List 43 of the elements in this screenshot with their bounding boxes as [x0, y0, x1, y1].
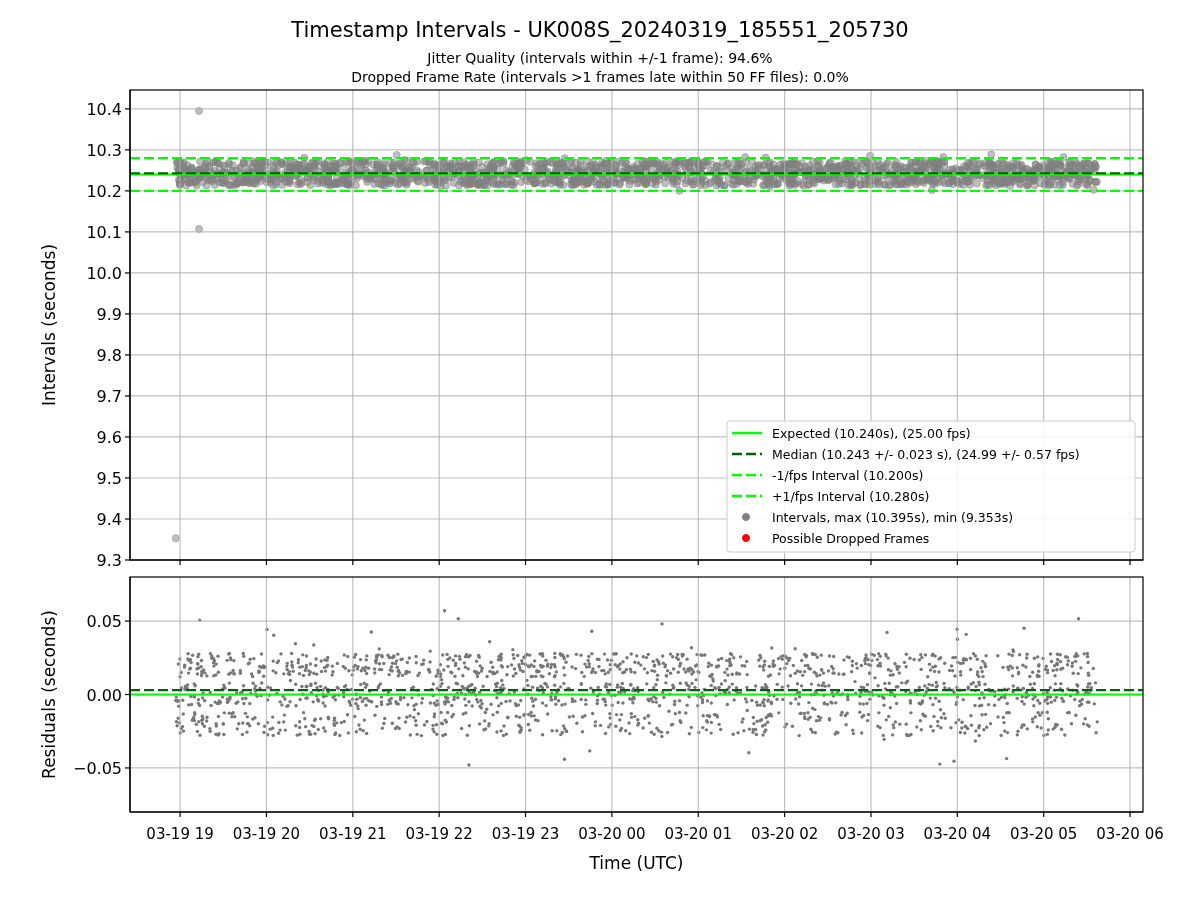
axis-title: Intervals (seconds)	[39, 243, 59, 407]
tick-label: 03-19 23	[491, 825, 560, 843]
legend-line-icon	[732, 431, 762, 435]
chart-subtitle: Jitter Quality (intervals within +/-1 frame): 94.6%	[427, 50, 773, 66]
tick-label: 03-19 20	[232, 825, 301, 843]
legend-label: -1/fps Interval (10.200s)	[772, 467, 924, 483]
tick-label: −0.05	[72, 758, 122, 778]
legend-label: Intervals, max (10.395s), min (9.353s)	[772, 509, 1014, 525]
tick-label: 03-19 22	[405, 825, 473, 843]
tick-label: 03-20 03	[837, 825, 905, 843]
tick-label: 10.0	[86, 263, 122, 283]
tick-label: 0.05	[86, 612, 122, 632]
tick-label: 03-20 05	[1009, 825, 1078, 843]
legend-label: Expected (10.240s), (25.00 fps)	[772, 425, 971, 441]
tick-label: 9.3	[96, 551, 122, 570]
tick-label: 03-20 02	[750, 825, 819, 843]
tick-label: 03-19 19	[146, 825, 214, 843]
axis-title: Residuals (seconds)	[39, 610, 59, 779]
tick-label: 03-20 06	[1096, 825, 1164, 843]
tick-label: 9.6	[96, 427, 122, 447]
tick-label: 03-20 04	[923, 825, 992, 843]
tick-label: 9.9	[96, 304, 122, 324]
tick-label: 10.2	[86, 181, 122, 201]
tick-label: 10.4	[86, 99, 122, 119]
tick-label: 9.4	[96, 510, 122, 529]
legend-label: Median (10.243 +/- 0.023 s), (24.99 +/- 0.57 fps)	[772, 446, 1080, 462]
chart-title: Timestamp Intervals - UK008S_20240319_185551_205730	[291, 18, 909, 42]
legend-line-icon	[732, 494, 762, 498]
tick-label: 9.5	[96, 469, 122, 488]
tick-label: 03-20 00	[578, 825, 646, 843]
chart-subtitle: Dropped Frame Rate (intervals >1 frames late within 50 FF files): 0.0%	[351, 69, 849, 85]
tick-label: 0.00	[86, 685, 122, 705]
tick-label: 10.1	[86, 222, 122, 242]
tick-label: 03-20 01	[664, 825, 732, 843]
tick-label: 03-19 21	[319, 825, 387, 843]
legend-label: Possible Dropped Frames	[772, 530, 930, 546]
axis-title: Time (UTC)	[589, 853, 684, 873]
tick-label: 9.7	[96, 386, 122, 406]
legend-line-icon	[732, 452, 762, 456]
legend-label: +1/fps Interval (10.280s)	[772, 488, 930, 504]
legend-line-icon	[732, 473, 762, 477]
tick-label: 10.3	[86, 140, 122, 160]
tick-label: 9.8	[96, 345, 122, 365]
